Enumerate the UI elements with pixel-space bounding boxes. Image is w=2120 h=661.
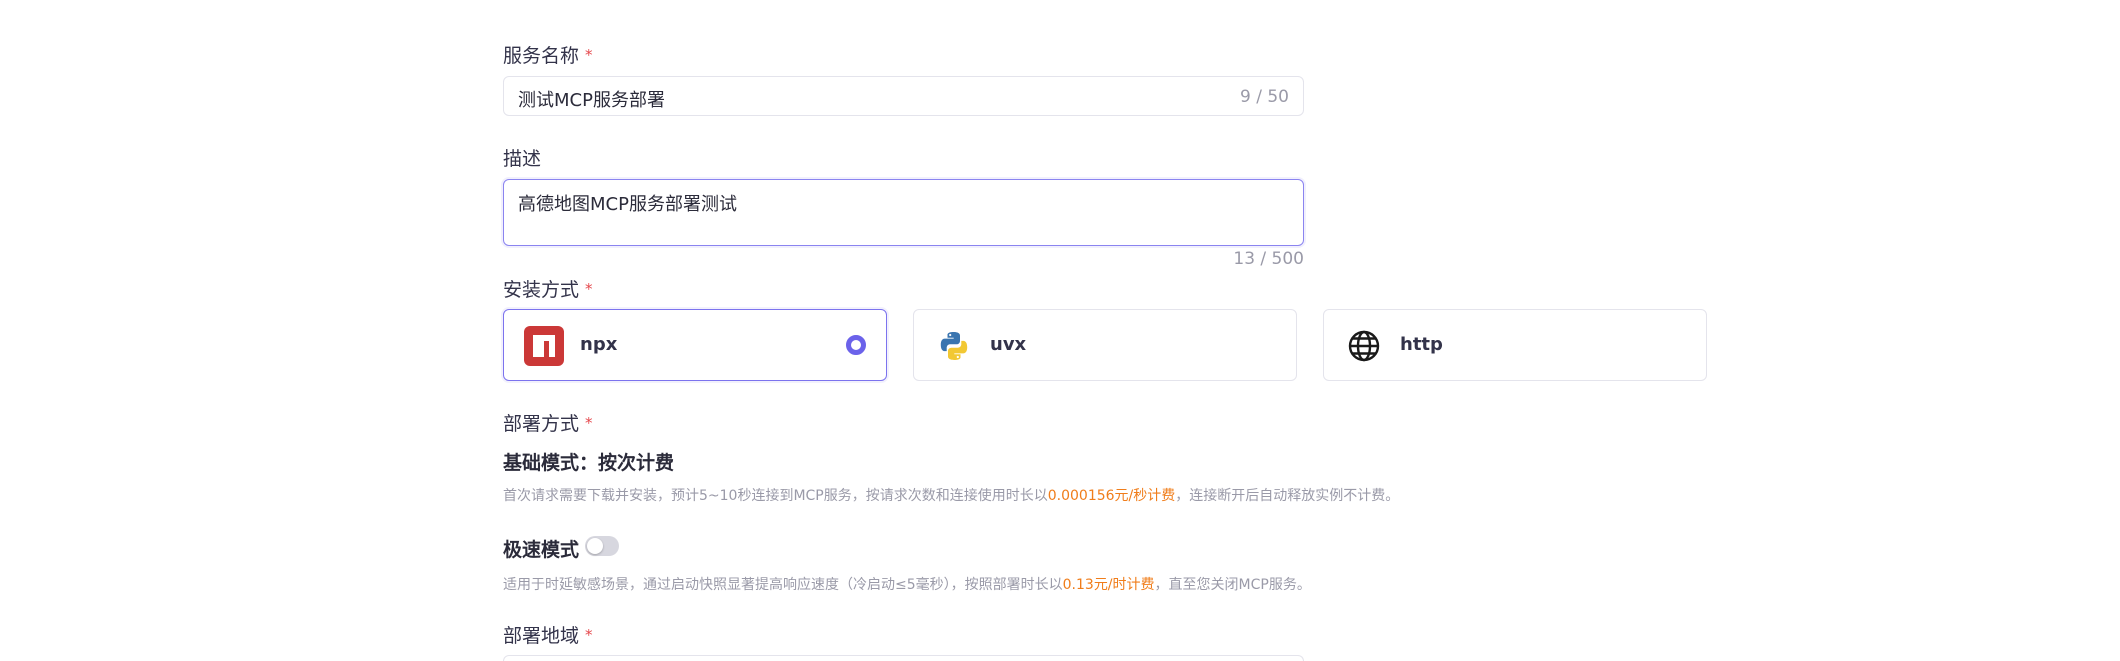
fast-mode-toggle[interactable] bbox=[585, 536, 619, 556]
service-name-label: 服务名称 * bbox=[503, 45, 593, 67]
required-mark: * bbox=[585, 626, 593, 644]
basic-mode-title: 基础模式：按次计费 bbox=[503, 452, 675, 474]
description-value: 高德地图MCP服务部署测试 bbox=[518, 194, 737, 215]
deploy-method-label: 部署方式 * bbox=[503, 413, 593, 435]
install-option-label: uvx bbox=[990, 334, 1027, 355]
toggle-knob bbox=[587, 538, 603, 554]
install-option-npx[interactable]: npx bbox=[503, 309, 887, 381]
service-name-input[interactable]: 测试MCP服务部署 9 / 50 bbox=[503, 76, 1304, 116]
python-icon bbox=[934, 326, 974, 366]
description-textarea[interactable]: 高德地图MCP服务部署测试 bbox=[503, 179, 1304, 246]
fast-mode-title: 极速模式 bbox=[503, 539, 580, 561]
description-counter: 13 / 500 bbox=[1233, 249, 1304, 269]
globe-icon bbox=[1344, 326, 1384, 366]
deploy-region-label: 部署地域 * bbox=[503, 625, 593, 647]
basic-mode-desc: 首次请求需要下载并安装，预计5~10秒连接到MCP服务，按请求次数和连接使用时长… bbox=[503, 488, 1400, 504]
npm-icon bbox=[524, 326, 564, 366]
install-option-uvx[interactable]: uvx bbox=[913, 309, 1297, 381]
fast-mode-desc: 适用于时延敏感场景，通过启动快照显著提高响应速度（冷启动≤5毫秒），按照部署时长… bbox=[503, 577, 1311, 593]
deploy-region-select[interactable] bbox=[503, 655, 1304, 661]
install-option-http[interactable]: http bbox=[1323, 309, 1707, 381]
required-mark: * bbox=[585, 414, 593, 432]
install-method-label: 安装方式 * bbox=[503, 279, 593, 301]
required-mark: * bbox=[585, 280, 593, 298]
description-label: 描述 bbox=[503, 148, 542, 170]
service-name-value: 测试MCP服务部署 bbox=[518, 90, 665, 111]
fast-mode-price: 0.13元/时计费 bbox=[1062, 577, 1155, 593]
install-option-label: http bbox=[1400, 334, 1443, 355]
install-option-label: npx bbox=[580, 334, 618, 355]
required-mark: * bbox=[585, 46, 593, 64]
basic-mode-price: 0.000156元/秒计费 bbox=[1047, 488, 1176, 504]
selected-radio-icon bbox=[846, 335, 866, 355]
service-name-counter: 9 / 50 bbox=[1240, 87, 1289, 107]
